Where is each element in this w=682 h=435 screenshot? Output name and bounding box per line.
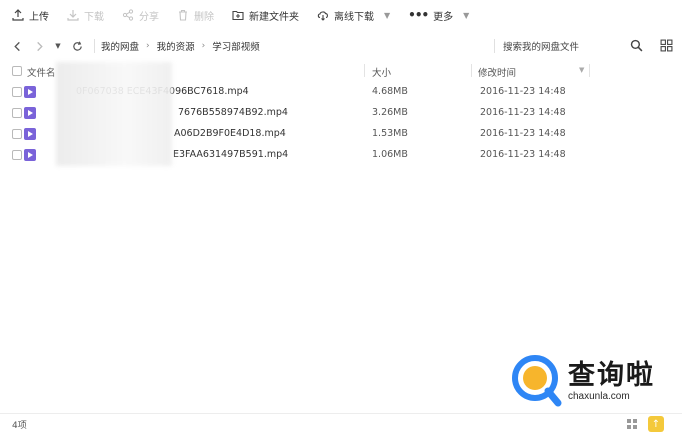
video-file-icon (24, 86, 36, 98)
nav-divider (94, 39, 95, 53)
select-all-checkbox[interactable] (12, 66, 22, 76)
sort-descending-icon[interactable]: ▼ (579, 66, 584, 74)
trash-icon (179, 9, 187, 21)
new-folder-label: 新建文件夹 (249, 11, 299, 23)
video-file-icon (24, 128, 36, 140)
navigation-bar: ▼ 我的网盘 › 我的资源 › 学习部视频 搜索我的网盘文件 (0, 34, 682, 58)
file-modified-time: 2016-11-23 14:48 (480, 128, 566, 139)
delete-button[interactable]: 删除 (177, 0, 214, 30)
row-checkbox[interactable] (12, 129, 22, 139)
offline-download-dropdown-icon[interactable]: ▼ (384, 11, 390, 20)
delete-label: 删除 (194, 11, 214, 23)
column-divider[interactable] (589, 64, 590, 77)
offline-download-button[interactable]: 离线下载 (317, 0, 374, 30)
watermark-site: chaxunla.com (568, 391, 630, 402)
share-label: 分享 (139, 11, 159, 23)
forward-arrow-icon[interactable] (32, 39, 46, 53)
row-checkbox[interactable] (12, 87, 22, 97)
watermark-logo: 查询啦 chaxunla.com (508, 351, 678, 411)
breadcrumb-item-my-drive[interactable]: 我的网盘 (101, 39, 139, 53)
folder-plus-icon (232, 10, 244, 21)
video-file-icon (24, 149, 36, 161)
upload-icon (12, 9, 24, 21)
column-divider[interactable] (364, 64, 365, 77)
file-modified-time: 2016-11-23 14:48 (480, 107, 566, 118)
breadcrumb-separator-icon: › (146, 41, 150, 51)
file-name[interactable]: E3FAA631497B591.mp4 (173, 149, 288, 160)
file-name[interactable]: 7676B558974B92.mp4 (178, 107, 288, 118)
column-header-modified[interactable]: 修改时间 (478, 65, 516, 79)
file-size: 1.53MB (372, 128, 408, 139)
grid-view-icon[interactable] (660, 39, 673, 52)
column-header-name[interactable]: 文件名 (27, 65, 56, 79)
transfer-upload-icon[interactable]: ↑ (648, 416, 664, 432)
breadcrumb-separator-icon: › (201, 41, 206, 51)
download-button[interactable]: 下载 (67, 0, 104, 30)
file-modified-time: 2016-11-23 14:48 (480, 86, 566, 97)
column-divider[interactable] (471, 64, 472, 77)
more-label: 更多 (433, 11, 454, 23)
file-modified-time: 2016-11-23 14:48 (480, 149, 566, 160)
search-input[interactable]: 搜索我的网盘文件 (503, 39, 579, 53)
video-file-icon (24, 107, 36, 119)
watermark-title: 查询啦 (568, 360, 655, 391)
share-button[interactable]: 分享 (122, 0, 159, 30)
file-size: 1.06MB (372, 149, 408, 160)
more-dots-icon: ••• (408, 8, 429, 22)
redaction-blur (56, 62, 172, 166)
back-arrow-icon[interactable] (10, 39, 24, 53)
breadcrumb-item-my-resources[interactable]: 我的资源 (157, 39, 195, 53)
history-dropdown-icon[interactable]: ▼ (54, 39, 62, 53)
share-icon (122, 9, 134, 21)
breadcrumb-item-current-folder[interactable]: 学习部视频 (212, 39, 260, 53)
new-folder-button[interactable]: 新建文件夹 (232, 0, 299, 30)
column-header-size[interactable]: 大小 (372, 65, 391, 79)
file-size: 3.26MB (372, 107, 408, 118)
refresh-icon[interactable] (70, 39, 84, 53)
row-checkbox[interactable] (12, 108, 22, 118)
more-button[interactable]: ••• 更多 (408, 0, 453, 30)
more-dropdown-icon[interactable]: ▼ (463, 11, 469, 20)
upload-label: 上传 (29, 11, 49, 23)
search-icon[interactable] (630, 39, 643, 52)
search-divider (494, 39, 495, 53)
download-label: 下载 (84, 11, 104, 23)
upload-button[interactable]: 上传 (12, 0, 49, 30)
item-count: 4项 (12, 421, 27, 431)
row-checkbox[interactable] (12, 150, 22, 160)
file-size: 4.68MB (372, 86, 408, 97)
thumbnail-view-icon[interactable] (626, 418, 638, 430)
toolbar: 上传 下载 分享 删除 新建文件夹 离线下载 ▼ ••• 更多 ▼ (0, 0, 682, 30)
status-bar: 4项 ↑ (0, 413, 682, 435)
magnifier-logo-icon (512, 355, 562, 407)
offline-download-label: 离线下载 (334, 11, 374, 23)
download-icon (67, 10, 79, 21)
breadcrumb: 我的网盘 › 我的资源 › 学习部视频 (101, 39, 260, 53)
file-name[interactable]: A06D2B9F0E4D18.mp4 (174, 128, 286, 139)
cloud-download-icon (317, 11, 328, 21)
